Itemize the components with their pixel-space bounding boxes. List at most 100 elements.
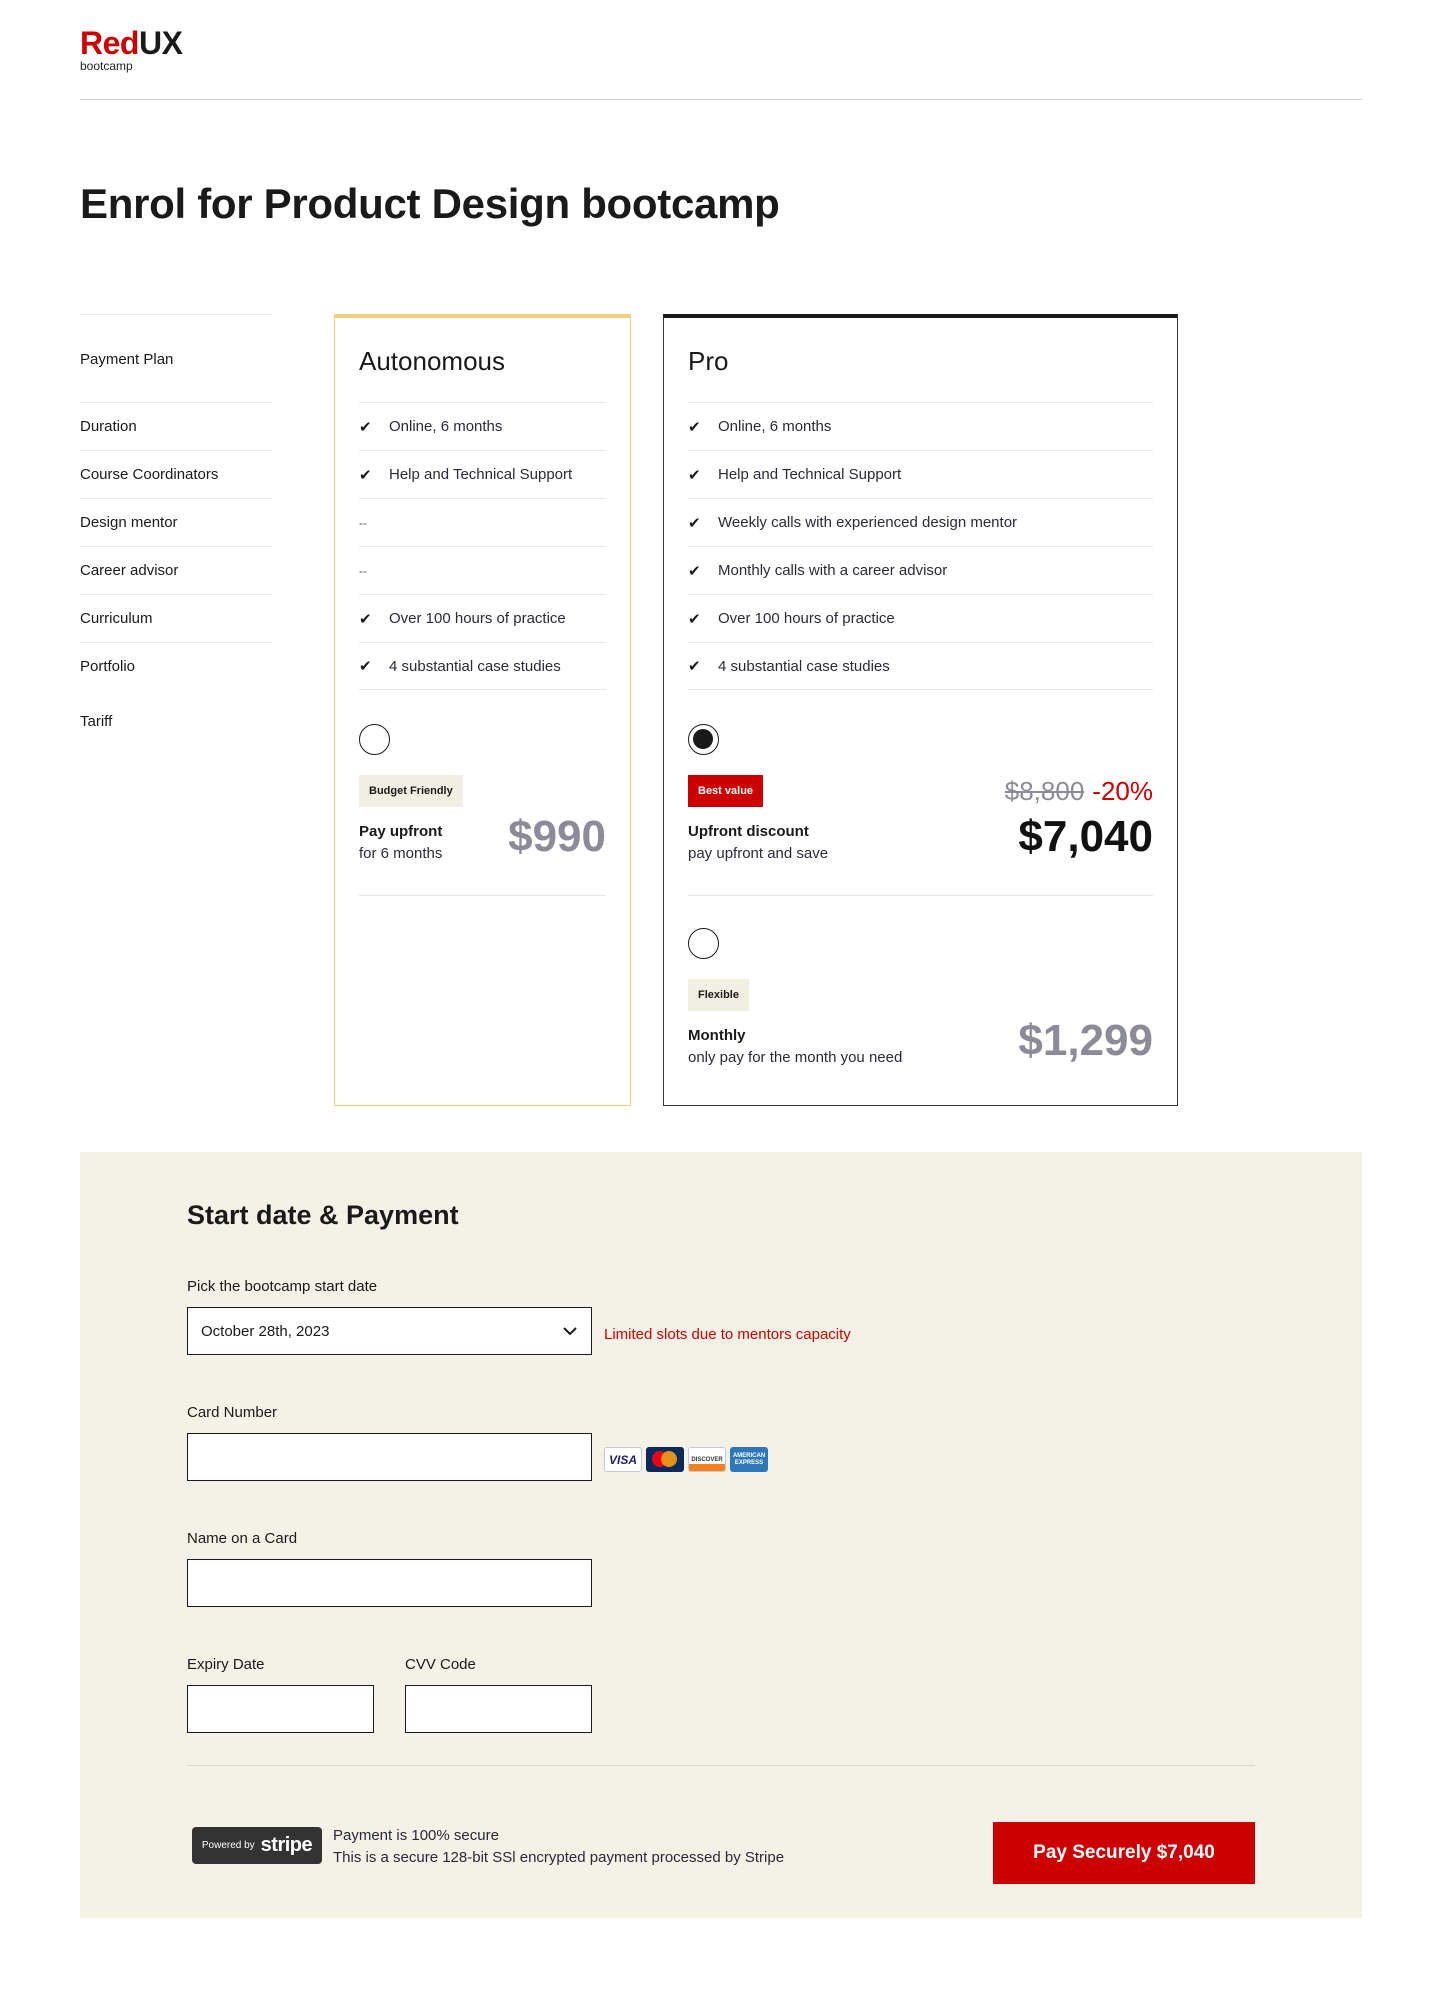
feature-row: ✔ 4 substantial case studies bbox=[359, 642, 606, 690]
check-icon: ✔ bbox=[688, 466, 701, 484]
feature-row: ✔ Over 100 hours of practice bbox=[688, 594, 1153, 642]
logo-brand: RedUX bbox=[80, 25, 183, 61]
pay-securely-button[interactable]: Pay Securely $7,040 bbox=[993, 1822, 1255, 1884]
check-icon: ✔ bbox=[688, 418, 701, 436]
mastercard-icon bbox=[646, 1447, 684, 1472]
plan-card-autonomous[interactable]: Autonomous ✔ Online, 6 months ✔ Help and T… bbox=[334, 314, 631, 1106]
label-payment-plan: Payment Plan bbox=[80, 350, 174, 368]
option-divider bbox=[688, 895, 1153, 896]
plan-labels: Payment Plan Duration Course Coordinator… bbox=[80, 314, 272, 730]
feature-text: Weekly calls with experienced design men… bbox=[718, 514, 1018, 531]
check-icon: ✔ bbox=[688, 610, 701, 628]
option-description: for 6 months bbox=[359, 845, 443, 862]
card-number-label: Card Number bbox=[187, 1404, 278, 1421]
feature-row: -- bbox=[359, 546, 606, 594]
radio-pro-monthly[interactable] bbox=[688, 928, 719, 959]
option-price: $990 bbox=[508, 812, 606, 861]
feature-text: 4 substantial case studies bbox=[389, 657, 561, 675]
badge-best-value: Best value bbox=[688, 775, 764, 807]
feature-not-included: -- bbox=[359, 515, 367, 530]
expiry-input[interactable] bbox=[187, 1685, 374, 1733]
card-brand-icons: VISA DISCOVER AMERICAN EXPRESS bbox=[604, 1447, 768, 1472]
feature-text: Help and Technical Support bbox=[718, 466, 902, 483]
feature-text: Online, 6 months bbox=[718, 418, 832, 435]
feature-row: ✔ 4 substantial case studies bbox=[688, 642, 1153, 690]
label-portfolio: Portfolio bbox=[80, 642, 272, 690]
discover-icon: DISCOVER bbox=[688, 1447, 726, 1472]
start-date-select[interactable]: October 28th, 2023 bbox=[187, 1307, 592, 1355]
page-title: Enrol for Product Design bootcamp bbox=[80, 180, 780, 227]
feature-text: Online, 6 months bbox=[389, 418, 503, 435]
feature-text: Over 100 hours of practice bbox=[718, 610, 895, 627]
check-icon: ✔ bbox=[359, 658, 372, 675]
option-price: $7,040 bbox=[1018, 812, 1153, 861]
label-duration: Duration bbox=[80, 402, 272, 450]
feature-row: ✔ Help and Technical Support bbox=[688, 450, 1153, 498]
option-name: Upfront discount bbox=[688, 823, 809, 840]
check-icon: ✔ bbox=[359, 610, 372, 628]
secure-notice-title: Payment is 100% secure bbox=[333, 1827, 499, 1844]
option-price: $1,299 bbox=[1018, 1016, 1153, 1065]
check-icon: ✔ bbox=[359, 418, 372, 436]
logo-red-text: Red bbox=[80, 25, 139, 61]
option-description: only pay for the month you need bbox=[688, 1049, 903, 1066]
card-name-label: Name on a Card bbox=[187, 1530, 298, 1547]
label-career-advisor: Career advisor bbox=[80, 546, 272, 594]
visa-icon: VISA bbox=[604, 1447, 642, 1472]
feature-row: -- bbox=[359, 498, 606, 546]
logo-dark-text: UX bbox=[138, 25, 183, 61]
payment-section-title: Start date & Payment bbox=[187, 1200, 459, 1230]
amex-icon: AMERICAN EXPRESS bbox=[730, 1447, 768, 1472]
feature-text: Help and Technical Support bbox=[389, 466, 573, 483]
payment-divider bbox=[187, 1765, 1255, 1766]
cvv-input[interactable] bbox=[405, 1685, 592, 1733]
radio-autonomous-upfront[interactable] bbox=[359, 724, 390, 755]
label-design-mentor: Design mentor bbox=[80, 498, 272, 546]
badge-flexible: Flexible bbox=[688, 979, 749, 1011]
start-date-value: October 28th, 2023 bbox=[201, 1322, 330, 1340]
check-icon: ✔ bbox=[359, 466, 372, 484]
feature-row: ✔ Over 100 hours of practice bbox=[359, 594, 606, 642]
option-divider bbox=[359, 895, 606, 896]
check-icon: ✔ bbox=[688, 562, 701, 580]
feature-row: ✔ Monthly calls with a career advisor bbox=[688, 546, 1153, 594]
option-description: pay upfront and save bbox=[688, 845, 829, 862]
chevron-down-icon bbox=[563, 1327, 577, 1336]
feature-row: ✔ Weekly calls with experienced design me… bbox=[688, 498, 1153, 546]
expiry-label: Expiry Date bbox=[187, 1656, 265, 1673]
plan-card-pro[interactable]: Pro ✔ Online, 6 months ✔ Help and Technica… bbox=[663, 314, 1178, 1106]
start-date-label: Pick the bootcamp start date bbox=[187, 1278, 378, 1295]
feature-text: 4 substantial case studies bbox=[718, 657, 890, 675]
capacity-warning: Limited slots due to mentors capacity bbox=[604, 1326, 851, 1343]
logo-subtitle: bootcamp bbox=[80, 59, 133, 73]
card-number-input[interactable] bbox=[187, 1433, 592, 1481]
labels-top-divider bbox=[80, 314, 272, 315]
plan-title-autonomous: Autonomous bbox=[359, 346, 505, 376]
badge-budget-friendly: Budget Friendly bbox=[359, 775, 463, 807]
feature-row: ✔ Help and Technical Support bbox=[359, 450, 606, 498]
plan-title-pro: Pro bbox=[688, 346, 729, 376]
stripe-powered-text: Powered by bbox=[201, 1840, 255, 1851]
check-icon: ✔ bbox=[688, 658, 701, 675]
label-curriculum: Curriculum bbox=[80, 594, 272, 642]
radio-pro-upfront[interactable] bbox=[688, 724, 719, 755]
feature-not-included: -- bbox=[359, 563, 367, 578]
secure-notice-text: This is a secure 128-bit SSl encrypted p… bbox=[333, 1849, 785, 1866]
stripe-badge: Powered by stripe bbox=[192, 1827, 322, 1864]
header-divider bbox=[80, 99, 1362, 100]
feature-text: Over 100 hours of practice bbox=[389, 610, 566, 627]
option-name: Monthly bbox=[688, 1027, 746, 1044]
old-price-group: $8,800 -20% bbox=[1005, 776, 1153, 807]
stripe-logo: stripe bbox=[260, 1834, 313, 1856]
feature-row: ✔ Online, 6 months bbox=[688, 402, 1153, 450]
logo[interactable]: RedUX bootcamp bbox=[80, 25, 183, 73]
feature-text: Monthly calls with a career advisor bbox=[718, 562, 948, 579]
payment-panel: Start date & Payment Pick the bootcamp s… bbox=[80, 1152, 1362, 1918]
check-icon: ✔ bbox=[688, 514, 701, 532]
label-tariff: Tariff bbox=[80, 712, 113, 730]
discount-percent: -20% bbox=[1092, 776, 1153, 806]
old-price: $8,800 bbox=[1004, 776, 1085, 806]
label-course-coordinators: Course Coordinators bbox=[80, 450, 272, 498]
cvv-label: CVV Code bbox=[405, 1656, 476, 1673]
card-name-input[interactable] bbox=[187, 1559, 592, 1607]
